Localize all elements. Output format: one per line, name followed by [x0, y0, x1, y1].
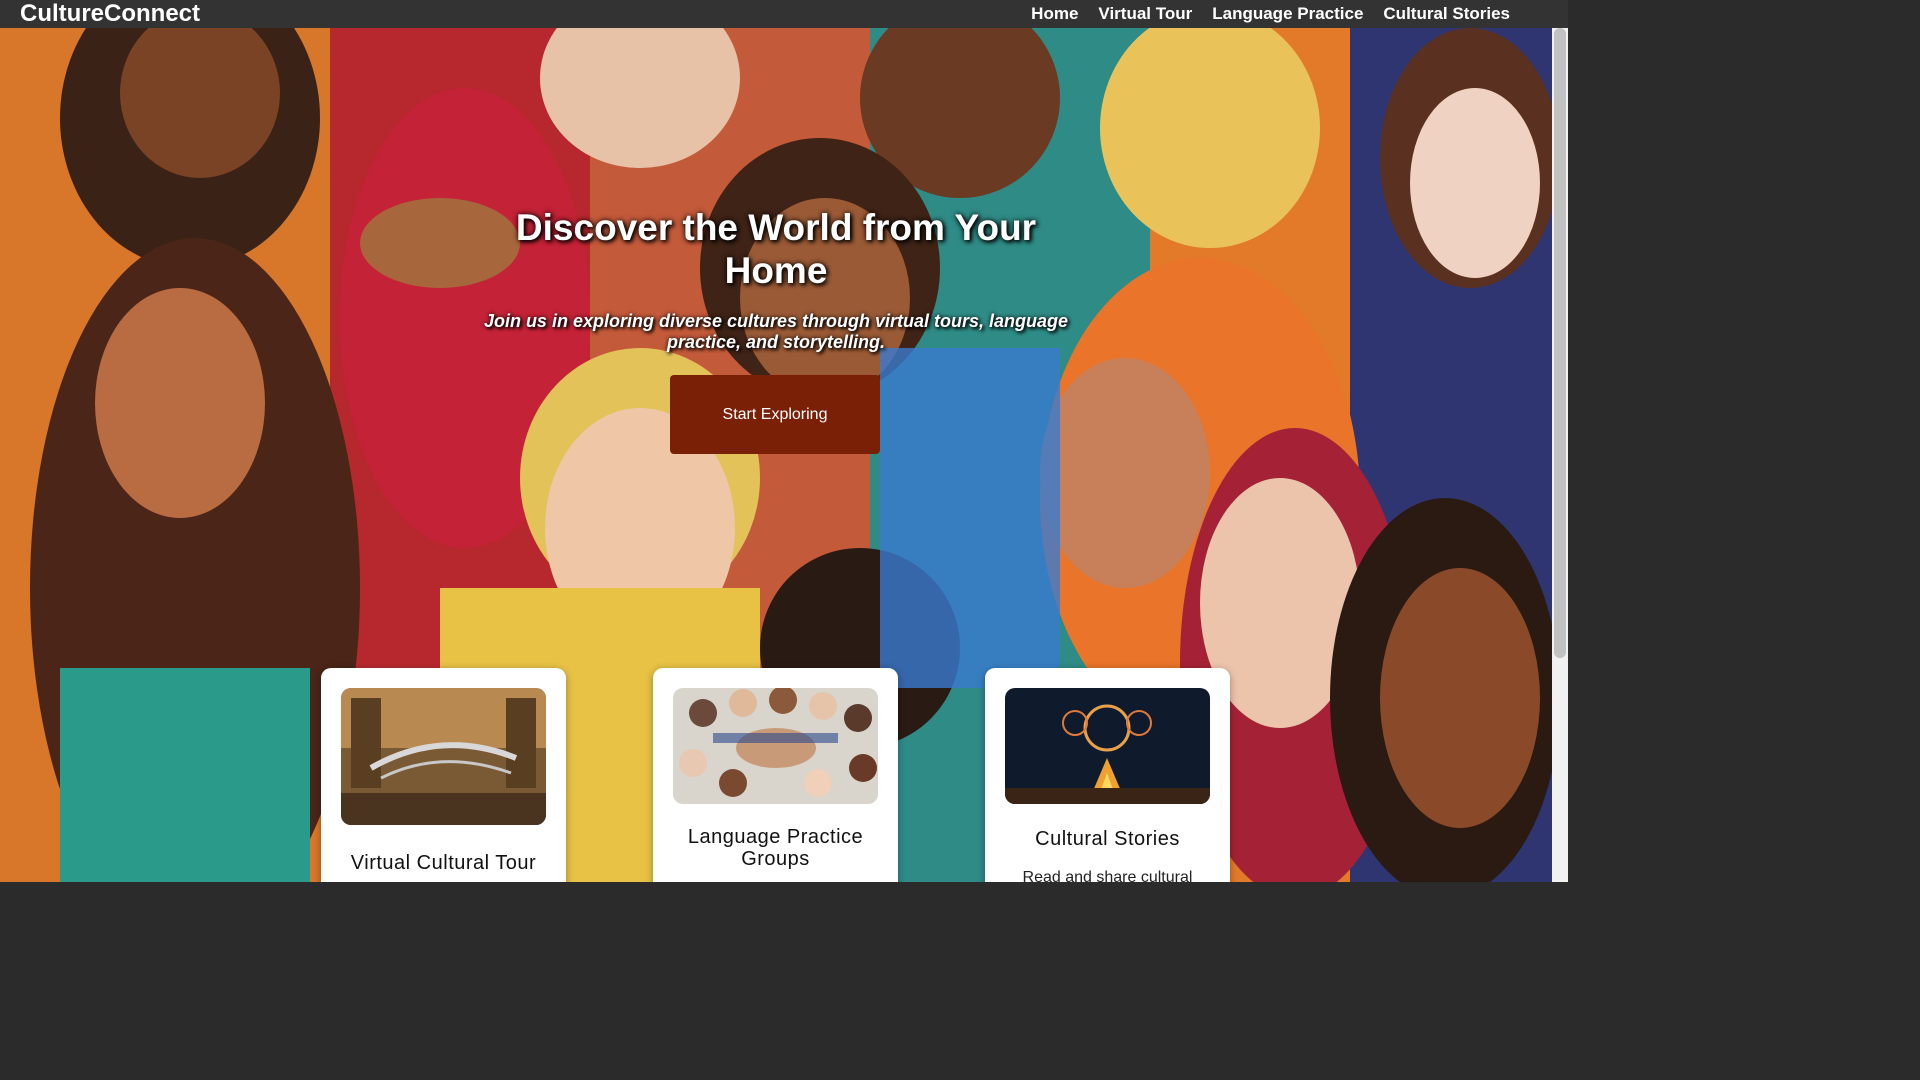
card-cultural-stories[interactable]: Cultural Stories Read and share cultural [985, 668, 1230, 882]
nav-home-link[interactable]: Home [1031, 4, 1078, 24]
card-virtual-cultural-tour[interactable]: Virtual Cultural Tour [321, 668, 566, 882]
main-nav: Home Virtual Tour Language Practice Cult… [1031, 0, 1510, 28]
card-title: Language Practice Groups [687, 826, 864, 870]
nav-virtual-tour-link[interactable]: Virtual Tour [1098, 4, 1192, 24]
scrollbar-thumb[interactable] [1554, 28, 1566, 658]
top-nav-bar: CultureConnect Home Virtual Tour Languag… [0, 0, 1568, 28]
nav-language-practice-link[interactable]: Language Practice [1212, 4, 1363, 24]
hero-subtitle: Join us in exploring diverse cultures th… [483, 311, 1069, 352]
brand-logo-link[interactable]: CultureConnect [20, 1, 200, 27]
hero-section: Discover the World from Your Home Join u… [0, 28, 1552, 882]
group-hands-together-photo [673, 688, 878, 804]
card-title: Cultural Stories [1035, 828, 1180, 850]
hero-title: Discover the World from Your Home [515, 207, 1037, 291]
start-exploring-button[interactable]: Start Exploring [670, 375, 880, 454]
nav-cultural-stories-link[interactable]: Cultural Stories [1383, 4, 1510, 24]
campfire-dreamcatchers-illustration [1005, 688, 1210, 804]
museum-whale-skeleton-photo [341, 688, 546, 825]
card-language-practice-groups[interactable]: Language Practice Groups [653, 668, 898, 882]
card-title: Virtual Cultural Tour [350, 852, 537, 874]
card-description: Read and share cultural [1022, 869, 1193, 882]
